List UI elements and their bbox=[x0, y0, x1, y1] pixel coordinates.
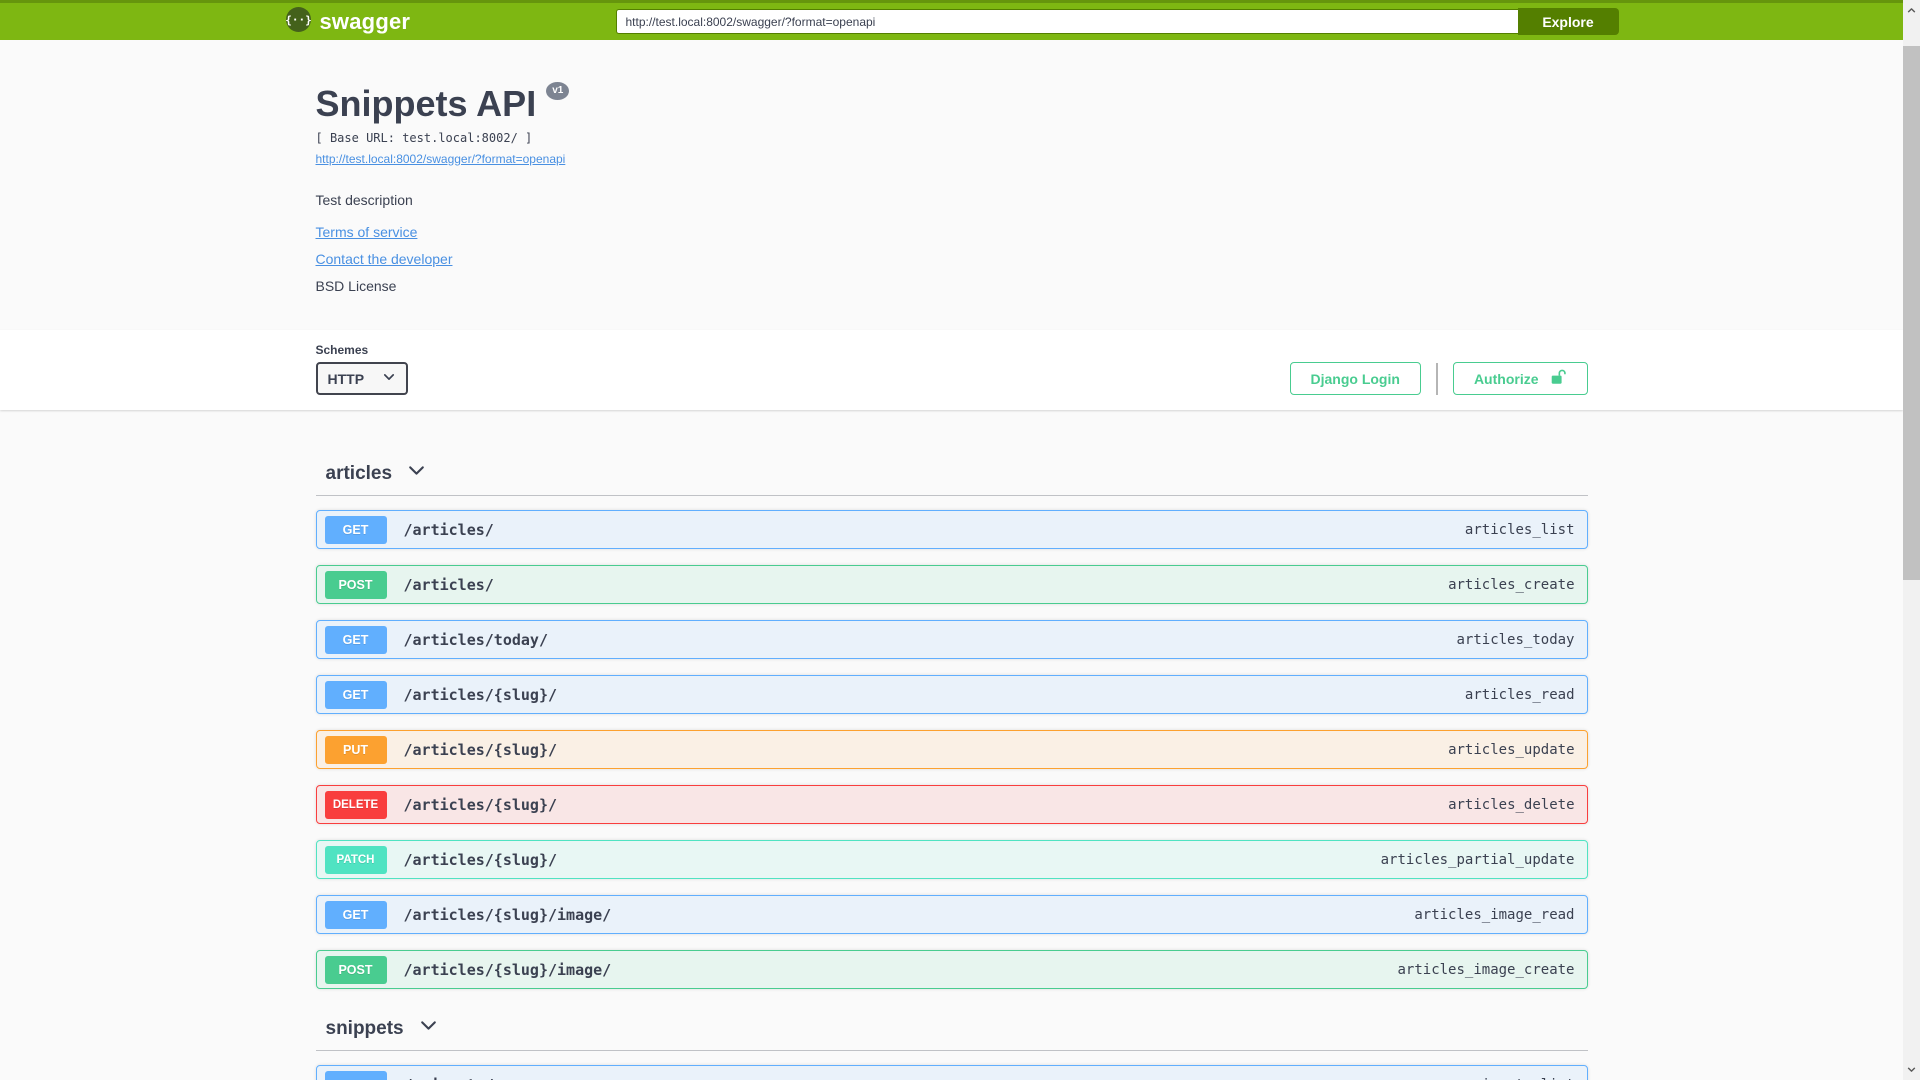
operation-row[interactable]: POST /articles/ articles_create bbox=[315, 565, 1588, 604]
api-title-text: Snippets API bbox=[315, 83, 537, 124]
operation-path: /articles/{slug}/image/ bbox=[403, 905, 612, 924]
operation-path: /articles/ bbox=[403, 520, 494, 539]
operations-list: articles GET /articles/ articles_list PO… bbox=[315, 410, 1588, 1080]
operation-path: /articles/{slug}/ bbox=[403, 850, 558, 869]
operation-row[interactable]: GET /articles/{slug}/image/ articles_ima… bbox=[315, 895, 1588, 934]
operation-path: /articles/{slug}/ bbox=[403, 795, 558, 814]
operation-list: GET /articles/ articles_list POST /artic… bbox=[315, 496, 1588, 989]
swagger-ui-page: {··} swagger Explore Snippets API v1 [ B… bbox=[0, 0, 1903, 1080]
method-badge: POST bbox=[324, 955, 387, 984]
operation-row[interactable]: GET /articles/today/ articles_today bbox=[315, 620, 1588, 659]
svg-text:{··}: {··} bbox=[285, 13, 312, 26]
terms-of-service-link[interactable]: Terms of service bbox=[316, 224, 418, 240]
operation-row[interactable]: GET /articles/ articles_list bbox=[315, 510, 1588, 549]
method-badge: GET bbox=[324, 1070, 387, 1080]
swagger-logo-icon: {··} bbox=[285, 6, 312, 38]
operation-path: /articles/{slug}/ bbox=[403, 740, 558, 759]
api-section: articles GET /articles/ articles_list PO… bbox=[315, 452, 1588, 989]
api-section: snippets GET /snippets/ snippets_list bbox=[315, 1007, 1588, 1080]
page-title: Snippets API v1 bbox=[315, 82, 1588, 124]
scrollbar-down-arrow[interactable] bbox=[1903, 1061, 1920, 1078]
topbar: {··} swagger Explore bbox=[0, 0, 1903, 40]
scheme-container: Schemes HTTP Django Login Authorize bbox=[0, 330, 1903, 410]
operation-row[interactable]: GET /articles/{slug}/ articles_read bbox=[315, 675, 1588, 714]
operation-row[interactable]: GET /snippets/ snippets_list bbox=[315, 1065, 1588, 1080]
swagger-brand-text: swagger bbox=[319, 8, 411, 34]
operation-path: /articles/ bbox=[403, 575, 494, 594]
contact-developer-link[interactable]: Contact the developer bbox=[316, 251, 453, 267]
operation-id: articles_list bbox=[1464, 521, 1575, 538]
operation-path: /articles/today/ bbox=[403, 630, 549, 649]
operation-id: articles_create bbox=[1448, 576, 1575, 593]
unlock-icon bbox=[1549, 368, 1567, 389]
section-title: snippets bbox=[325, 1017, 404, 1039]
operation-list: GET /snippets/ snippets_list bbox=[315, 1051, 1588, 1080]
explore-button[interactable]: Explore bbox=[1517, 8, 1619, 35]
operation-row[interactable]: DELETE /articles/{slug}/ articles_delete bbox=[315, 785, 1588, 824]
django-login-label: Django Login bbox=[1310, 370, 1400, 387]
operation-id: snippets_list bbox=[1465, 1077, 1575, 1080]
operation-id: articles_partial_update bbox=[1380, 851, 1575, 868]
scheme-wrapper: Schemes HTTP Django Login Authorize bbox=[315, 343, 1588, 395]
operation-row[interactable]: PATCH /articles/{slug}/ articles_partial… bbox=[315, 840, 1588, 879]
auth-wrapper: Django Login Authorize bbox=[1289, 362, 1588, 395]
authorize-label: Authorize bbox=[1473, 370, 1539, 387]
section-title: articles bbox=[325, 462, 393, 484]
scrollbar-up-arrow[interactable] bbox=[1903, 2, 1920, 19]
schemes-selected-value: HTTP bbox=[327, 370, 365, 387]
method-badge: GET bbox=[324, 515, 387, 544]
chevron-down-icon[interactable] bbox=[406, 460, 427, 487]
operation-id: articles_delete bbox=[1448, 796, 1575, 813]
license-label: BSD License bbox=[315, 278, 397, 294]
chevron-down-icon bbox=[382, 370, 396, 387]
operation-path: /articles/{slug}/ bbox=[403, 685, 558, 704]
section-header[interactable]: snippets bbox=[315, 1007, 1588, 1051]
method-badge: POST bbox=[324, 570, 387, 599]
operation-path: /articles/{slug}/image/ bbox=[403, 960, 612, 979]
info-section: Snippets API v1 [ Base URL: test.local:8… bbox=[316, 40, 1588, 330]
section-header[interactable]: articles bbox=[315, 452, 1588, 496]
schemes-select[interactable]: HTTP bbox=[315, 362, 408, 395]
method-badge: GET bbox=[324, 900, 387, 929]
django-login-button[interactable]: Django Login bbox=[1289, 362, 1421, 395]
operation-id: articles_today bbox=[1456, 631, 1575, 648]
schemes-group: Schemes HTTP bbox=[315, 343, 408, 395]
method-badge: GET bbox=[324, 625, 387, 654]
authorize-button[interactable]: Authorize bbox=[1452, 362, 1588, 395]
operation-id: articles_update bbox=[1448, 741, 1575, 758]
schemes-label: Schemes bbox=[315, 343, 369, 357]
url-input[interactable] bbox=[615, 9, 1518, 34]
method-badge: DELETE bbox=[324, 790, 387, 819]
scrollbar-thumb[interactable] bbox=[1903, 46, 1920, 580]
topbar-wrapper: {··} swagger Explore bbox=[285, 3, 1619, 40]
api-description: Test description bbox=[315, 192, 413, 208]
spec-link[interactable]: http://test.local:8002/swagger/?format=o… bbox=[316, 152, 566, 166]
chevron-down-icon[interactable] bbox=[418, 1015, 439, 1042]
method-badge: PUT bbox=[324, 735, 387, 764]
operation-id: articles_read bbox=[1464, 686, 1575, 703]
scrollbar[interactable] bbox=[1903, 0, 1920, 1080]
method-badge: PATCH bbox=[324, 845, 387, 874]
operation-path: /snippets/ bbox=[404, 1076, 494, 1080]
base-url-label: [ Base URL: test.local:8002/ ] bbox=[315, 131, 533, 145]
version-badge: v1 bbox=[546, 82, 570, 100]
swagger-logo[interactable]: {··} swagger bbox=[285, 6, 411, 38]
operation-row[interactable]: PUT /articles/{slug}/ articles_update bbox=[315, 730, 1588, 769]
operation-row[interactable]: POST /articles/{slug}/image/ articles_im… bbox=[315, 950, 1588, 989]
operation-id: articles_image_read bbox=[1414, 906, 1575, 923]
download-url-form: Explore bbox=[615, 8, 1619, 35]
operation-id: articles_image_create bbox=[1397, 961, 1575, 978]
auth-divider bbox=[1435, 362, 1438, 395]
method-badge: GET bbox=[324, 680, 387, 709]
